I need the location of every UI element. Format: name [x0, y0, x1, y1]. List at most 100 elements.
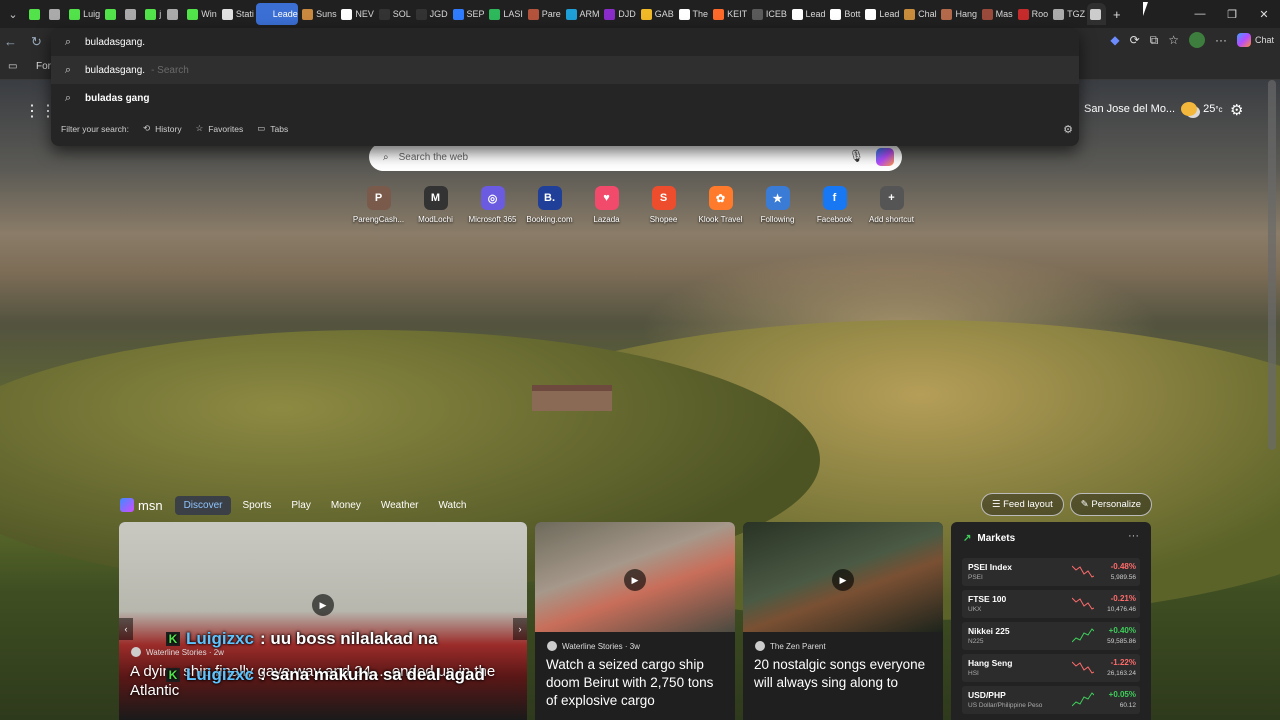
- browser-tab[interactable]: JGD: [413, 3, 449, 25]
- page-scrollbar[interactable]: [1268, 80, 1276, 450]
- tab-actions-menu-icon[interactable]: ⌄: [0, 0, 26, 28]
- close-window-icon[interactable]: ✕: [1248, 0, 1280, 28]
- personalize-button[interactable]: ✎ Personalize: [1069, 493, 1152, 516]
- back-icon[interactable]: ←: [4, 34, 17, 50]
- shortcut-shopee[interactable]: S Shopee: [635, 186, 692, 224]
- browser-tab[interactable]: [122, 3, 141, 25]
- search-settings-gear-icon[interactable]: ⚙: [1063, 123, 1073, 136]
- card-title[interactable]: 20 nostalgic songs everyone will always …: [754, 656, 933, 692]
- browser-tab[interactable]: ARM: [563, 3, 601, 25]
- copilot-chat-button[interactable]: Chat: [1236, 33, 1274, 47]
- browser-tab[interactable]: Chal: [901, 3, 937, 25]
- browser-tab[interactable]: KEIT: [710, 3, 748, 25]
- msn-tab-money[interactable]: Money: [322, 496, 370, 515]
- microphone-icon[interactable]: 🎙: [849, 149, 864, 163]
- shortcut-lazada[interactable]: ♥ Lazada: [578, 186, 635, 224]
- browser-tab[interactable]: [46, 3, 65, 25]
- filter-favorites[interactable]: ☆ Favorites: [196, 123, 244, 134]
- shortcut-add-shortcut[interactable]: + Add shortcut: [863, 186, 920, 224]
- tab-label: Luig: [83, 9, 101, 19]
- news-card[interactable]: ‹ › ▶ Waterline Stories · 2w A dying shi…: [119, 522, 527, 720]
- filter-tabs[interactable]: ▭ Tabs: [257, 123, 288, 134]
- extensions-puzzle-icon[interactable]: ⧉: [1150, 33, 1159, 48]
- shortcut-modlochi[interactable]: M ModLochi: [407, 186, 464, 224]
- shortcut-following[interactable]: ★ Following: [749, 186, 806, 224]
- browser-tab[interactable]: GAB: [638, 3, 675, 25]
- msn-tab-discover[interactable]: Discover: [174, 495, 232, 515]
- browser-tab[interactable]: NEV: [338, 3, 374, 25]
- carousel-next-icon[interactable]: ›: [513, 618, 527, 640]
- browser-tab[interactable]: Lead: [789, 3, 827, 25]
- browser-tab[interactable]: [164, 3, 183, 25]
- refresh-icon[interactable]: ↻: [31, 34, 42, 50]
- browser-tab[interactable]: TGZ: [1050, 3, 1086, 25]
- browser-tab[interactable]: Hang: [938, 3, 977, 25]
- browser-tab[interactable]: Mas: [979, 3, 1014, 25]
- play-icon[interactable]: ▶: [312, 594, 334, 616]
- browser-tab[interactable]: Roo: [1015, 3, 1050, 25]
- market-row[interactable]: USD/PHP US Dollar/Philippine Peso +0.05% 60…: [962, 686, 1140, 714]
- filter-history[interactable]: ⟲ History: [143, 123, 182, 134]
- suggestion-search[interactable]: ⌕ buladasgang. - Search: [51, 56, 1079, 84]
- play-icon[interactable]: ▶: [832, 569, 854, 591]
- profile-avatar[interactable]: [1188, 32, 1205, 48]
- msn-tab-watch[interactable]: Watch: [429, 496, 475, 515]
- msn-tab-play[interactable]: Play: [282, 496, 319, 515]
- browser-tab[interactable]: [102, 3, 121, 25]
- play-icon[interactable]: ▶: [624, 569, 646, 591]
- market-row[interactable]: Nikkei 225 N225 +0.40% 59,585.86: [962, 622, 1140, 650]
- browser-tab[interactable]: SOL: [376, 3, 412, 25]
- feed-layout-button[interactable]: ☰ Feed layout: [980, 493, 1064, 516]
- news-card[interactable]: ▶ The Zen Parent 20 nostalgic songs ever…: [743, 522, 943, 720]
- carousel-prev-icon[interactable]: ‹: [119, 618, 133, 640]
- browser-tab[interactable]: Lead: [862, 3, 900, 25]
- web-search-box[interactable]: ⌕ Search the web 🎙: [369, 143, 902, 171]
- msn-logo[interactable]: msn: [120, 498, 163, 513]
- browser-tab[interactable]: ICEB: [749, 3, 788, 25]
- shortcut-booking-com[interactable]: B. Booking.com: [521, 186, 578, 224]
- browser-tab[interactable]: The: [676, 3, 710, 25]
- browser-tab[interactable]: Win: [184, 3, 218, 25]
- browser-tab[interactable]: Bott: [827, 3, 861, 25]
- extension-icon[interactable]: ◆: [1110, 33, 1119, 47]
- msn-tab-weather[interactable]: Weather: [372, 496, 428, 515]
- news-card[interactable]: ▶ Waterline Stories · 3w Watch a seized …: [535, 522, 735, 720]
- new-tab-button[interactable]: +: [1110, 3, 1124, 25]
- suggestion-item[interactable]: ⌕ buladas gang: [51, 84, 1079, 112]
- favorites-folder-icon[interactable]: ▭: [8, 61, 17, 72]
- tab-label: Suns: [316, 9, 337, 19]
- shortcut-parengcash-[interactable]: P ParengCash...: [350, 186, 407, 224]
- shortcut-klook-travel[interactable]: ✿ Klook Travel: [692, 186, 749, 224]
- browser-tab[interactable]: LASI: [486, 3, 523, 25]
- browser-tab[interactable]: Stati: [219, 3, 255, 25]
- more-options-icon[interactable]: ···: [1128, 530, 1139, 542]
- favorite-item[interactable]: For: [36, 61, 51, 72]
- restore-icon[interactable]: ❐: [1216, 0, 1248, 28]
- sync-icon[interactable]: ⟳: [1130, 33, 1140, 47]
- browser-tab[interactable]: SEP: [450, 3, 486, 25]
- market-row[interactable]: FTSE 100 UKX -0.21% 10,476.46: [962, 590, 1140, 618]
- weather-widget[interactable]: San Jose del Mo... 25°c: [1084, 102, 1223, 116]
- browser-tab[interactable]: DJD: [601, 3, 636, 25]
- browser-tab[interactable]: Suns: [299, 3, 337, 25]
- browser-tab[interactable]: Luig: [66, 3, 101, 25]
- shortcut-microsoft-365[interactable]: ◎ Microsoft 365: [464, 186, 521, 224]
- minimize-icon[interactable]: —: [1184, 0, 1216, 28]
- browser-tab[interactable]: [26, 3, 45, 25]
- favorites-star-icon[interactable]: ☆: [1168, 33, 1179, 47]
- card-title[interactable]: Watch a seized cargo ship doom Beirut wi…: [546, 656, 725, 710]
- address-input-row[interactable]: ⌕ buladasgang.: [51, 28, 1079, 56]
- more-menu-icon[interactable]: ···: [1215, 33, 1227, 47]
- page-settings-gear-icon[interactable]: ⚙: [1230, 101, 1243, 119]
- browser-tab[interactable]: [1086, 3, 1106, 25]
- address-input[interactable]: buladasgang.: [85, 37, 145, 48]
- market-row[interactable]: Hang Seng HSI -1.22% 26,163.24: [962, 654, 1140, 682]
- msn-tab-sports[interactable]: Sports: [233, 496, 280, 515]
- browser-tab[interactable]: j: [142, 3, 163, 25]
- markets-header[interactable]: ↗ Markets: [963, 533, 1015, 544]
- market-row[interactable]: PSEI Index PSEI -0.48% 5,989.56: [962, 558, 1140, 586]
- browser-tab[interactable]: Leade: [255, 3, 299, 25]
- copilot-icon[interactable]: [876, 148, 894, 166]
- browser-tab[interactable]: Pare: [525, 3, 562, 25]
- shortcut-facebook[interactable]: f Facebook: [806, 186, 863, 224]
